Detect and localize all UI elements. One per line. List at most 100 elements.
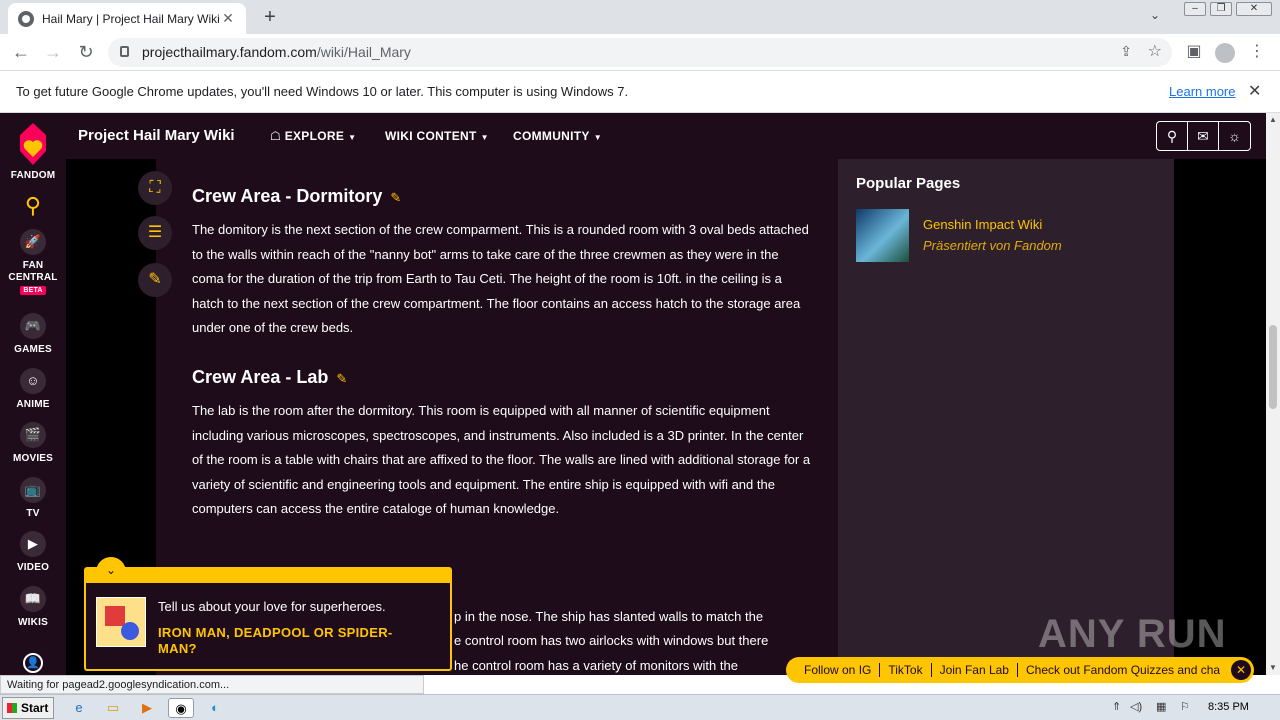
collapse-chevron-icon[interactable]: ⌄ bbox=[96, 557, 126, 581]
edit-pencil-icon[interactable]: ✎ bbox=[138, 263, 172, 297]
toc-list-icon[interactable]: ☰ bbox=[138, 216, 172, 250]
folder-icon[interactable]: ▭ bbox=[102, 698, 124, 718]
caret-down-icon: ▼ bbox=[593, 133, 602, 142]
tab-strip: Hail Mary | Project Hail Mary Wiki | F ✕… bbox=[0, 0, 1280, 34]
reload-icon[interactable]: ↻ bbox=[73, 40, 99, 66]
browser-status: Waiting for pagead2.googlesyndication.co… bbox=[0, 675, 424, 694]
nav-community[interactable]: COMMUNITY ▼ bbox=[513, 129, 602, 143]
social-bar: Follow on IG TikTok Join Fan Lab Check o… bbox=[786, 657, 1254, 683]
tv-icon: 📺 bbox=[20, 477, 46, 503]
side-panel-icon[interactable]: ▣ bbox=[1181, 40, 1207, 66]
page-background bbox=[1174, 159, 1266, 675]
genshin-thumbnail[interactable] bbox=[856, 209, 909, 262]
rail-movies[interactable]: 🎬 MOVIES bbox=[0, 422, 66, 464]
fandom-favicon-icon bbox=[18, 10, 34, 27]
fandom-heart-logo-icon bbox=[20, 123, 46, 165]
anyrun-watermark: ANY RUN bbox=[1038, 612, 1227, 656]
tab-title: Hail Mary | Project Hail Mary Wiki | F bbox=[42, 11, 220, 26]
tiktok-link[interactable]: TikTok bbox=[880, 663, 932, 677]
join-fan-lab-link[interactable]: Join Fan Lab bbox=[932, 663, 1018, 677]
scroll-down-arrow-icon[interactable]: ▼ bbox=[1269, 663, 1277, 672]
partial-text-line: p in the nose. The ship has slanted wall… bbox=[454, 609, 764, 624]
quiz-image bbox=[96, 597, 146, 647]
clapper-icon: 🎬 bbox=[20, 422, 46, 448]
share-icon[interactable]: ⇪ bbox=[1120, 43, 1132, 60]
theme-toggle-icon[interactable]: ☼ bbox=[1219, 122, 1250, 150]
explore-icon: ☖ bbox=[270, 129, 285, 143]
popular-page-sponsor: Präsentiert von Fandom bbox=[923, 238, 1062, 253]
forward-arrow-icon[interactable]: → bbox=[40, 40, 66, 66]
browser-tab[interactable]: Hail Mary | Project Hail Mary Wiki | F ✕ bbox=[8, 3, 246, 34]
popular-pages-sidebar: Popular Pages Genshin Impact Wiki Präsen… bbox=[838, 159, 1174, 675]
caret-down-icon: ▼ bbox=[348, 133, 357, 142]
section-heading: Crew Area - Lab ✎ bbox=[192, 367, 348, 387]
fandom-global-nav: FANDOM ⚲ 🚀 FAN CENTRAL BETA 🎮 GAMES ☺ AN… bbox=[0, 113, 66, 675]
page-scrollbar[interactable]: ▲ ▼ bbox=[1266, 113, 1280, 675]
wiki-header: Project Hail Mary Wiki ☖ EXPLORE ▼ WIKI C… bbox=[66, 113, 1266, 159]
tray-arrow-icon[interactable]: ⇑ bbox=[1112, 700, 1121, 713]
section-text: The lab is the room after the dormitory.… bbox=[192, 403, 811, 516]
chrome-icon[interactable]: ◉ bbox=[168, 698, 194, 718]
tab-close-button[interactable]: ✕ bbox=[220, 10, 236, 27]
partial-text-line: e control room has two airlocks with win… bbox=[454, 633, 769, 648]
lock-icon bbox=[120, 46, 129, 57]
bookmark-star-icon[interactable]: ☆ bbox=[1148, 41, 1162, 61]
address-toolbar: ← → ↻ projecthailmary.fandom.com/wiki/Ha… bbox=[0, 34, 1280, 71]
wiki-title[interactable]: Project Hail Mary Wiki bbox=[78, 127, 235, 144]
infobar-close-icon[interactable]: ✕ bbox=[1248, 81, 1261, 101]
learn-more-link[interactable]: Learn more bbox=[1169, 84, 1235, 99]
quiz-answer-link[interactable]: IRON MAN, DEADPOOL OR SPIDER-MAN? bbox=[158, 625, 418, 657]
popular-page-link[interactable]: Genshin Impact Wiki bbox=[923, 217, 1042, 232]
popular-pages-title: Popular Pages bbox=[856, 175, 961, 192]
update-infobar: To get future Google Chrome updates, you… bbox=[0, 71, 1280, 113]
caret-down-icon: ▼ bbox=[480, 133, 489, 142]
back-arrow-icon[interactable]: ← bbox=[8, 40, 34, 66]
start-button[interactable]: Start bbox=[2, 697, 54, 719]
social-bar-close-icon[interactable]: ✕ bbox=[1231, 660, 1251, 680]
fandom-logo[interactable]: FANDOM bbox=[0, 121, 66, 181]
tab-search-chevron-icon[interactable]: ⌄ bbox=[1150, 8, 1160, 22]
wiki-search-icon[interactable]: ⚲ bbox=[1157, 122, 1188, 150]
quiz-popup[interactable]: Tell us about your love for superheroes.… bbox=[84, 567, 452, 671]
nav-wiki-content[interactable]: WIKI CONTENT ▼ bbox=[385, 129, 489, 143]
network-icon[interactable]: ▦ bbox=[1156, 700, 1166, 713]
section-heading: Crew Area - Dormitory ✎ bbox=[192, 186, 402, 206]
discussions-icon[interactable]: ✉ bbox=[1188, 122, 1219, 150]
rocket-icon: 🚀 bbox=[20, 229, 46, 255]
url-text: projecthailmary.fandom.com/wiki/Hail_Mar… bbox=[142, 44, 411, 60]
edge-icon[interactable]: ◐ bbox=[204, 698, 226, 718]
wiki-tools: ⚲ ✉ ☼ bbox=[1156, 121, 1251, 151]
beta-badge: BETA bbox=[20, 286, 46, 295]
search-icon[interactable]: ⚲ bbox=[0, 193, 66, 219]
rail-games[interactable]: 🎮 GAMES bbox=[0, 313, 66, 355]
rail-tv[interactable]: 📺 TV bbox=[0, 477, 66, 519]
edit-section-icon[interactable]: ✎ bbox=[336, 371, 347, 386]
edit-section-icon[interactable]: ✎ bbox=[390, 190, 401, 205]
maximize-button[interactable]: ❐ bbox=[1210, 2, 1232, 16]
rail-anime[interactable]: ☺ ANIME bbox=[0, 368, 66, 410]
user-account-icon[interactable]: 👤 bbox=[0, 653, 66, 675]
address-bar[interactable]: projecthailmary.fandom.com/wiki/Hail_Mar… bbox=[108, 38, 1172, 67]
rail-wikis[interactable]: 📖 WIKIS bbox=[0, 586, 66, 628]
quizzes-link[interactable]: Check out Fandom Quizzes and cha bbox=[1018, 663, 1228, 677]
minimize-button[interactable]: – bbox=[1184, 2, 1206, 16]
profile-avatar-icon[interactable] bbox=[1215, 43, 1235, 63]
rail-video[interactable]: ▶ VIDEO bbox=[0, 531, 66, 573]
follow-ig-link[interactable]: Follow on IG bbox=[796, 663, 881, 677]
flag-icon[interactable]: ⚐ bbox=[1180, 700, 1190, 713]
menu-kebab-icon[interactable]: ⋮ bbox=[1244, 40, 1270, 66]
rail-fan-central[interactable]: 🚀 FAN CENTRAL BETA bbox=[0, 229, 66, 295]
volume-icon[interactable]: ◁) bbox=[1130, 700, 1142, 713]
new-tab-button[interactable]: + bbox=[258, 6, 282, 30]
scroll-up-arrow-icon[interactable]: ▲ bbox=[1269, 115, 1277, 124]
ie-icon[interactable]: e bbox=[68, 698, 90, 718]
play-icon: ▶ bbox=[20, 531, 46, 557]
windows-taskbar: Start e ▭ ▶ ◉ ◐ ⇑ ◁) ▦ ⚐ 8:35 PM bbox=[0, 694, 1280, 720]
expand-icon[interactable]: ⛶ bbox=[138, 171, 172, 205]
anime-icon: ☺ bbox=[20, 368, 46, 394]
scrollbar-thumb[interactable] bbox=[1269, 325, 1277, 409]
nav-explore[interactable]: ☖ EXPLORE ▼ bbox=[270, 129, 356, 143]
media-player-icon[interactable]: ▶ bbox=[136, 698, 158, 718]
clock: 8:35 PM bbox=[1208, 701, 1249, 713]
window-close-button[interactable]: ✕ bbox=[1236, 2, 1272, 16]
